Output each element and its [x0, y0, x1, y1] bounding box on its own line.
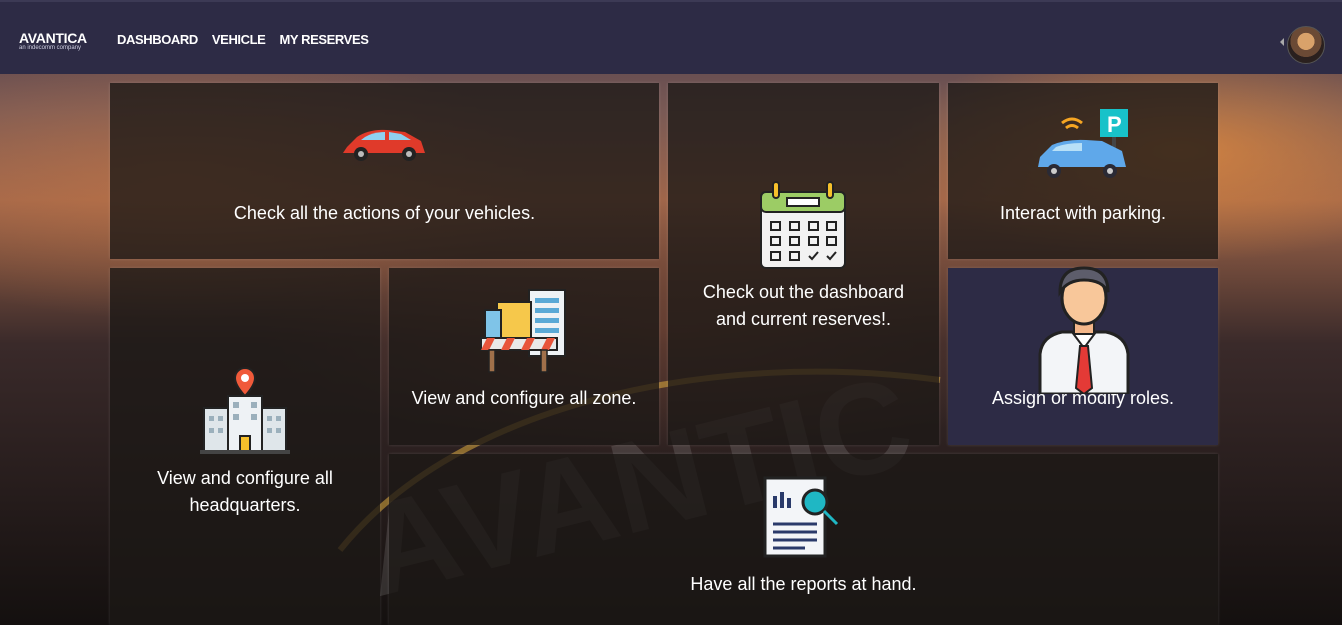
brand-tagline: an indecomm company [19, 45, 82, 51]
nav-dashboard[interactable]: DASHBOARD [117, 32, 198, 47]
top-navbar: AVANTICA an indecomm company DASHBOARD V… [0, 0, 1342, 74]
menu-caret-icon[interactable] [1280, 38, 1284, 46]
calendar-icon [760, 181, 846, 269]
card-headquarters-label: View and configure all headquarters. [157, 468, 333, 515]
nav-my-reserves[interactable]: MY RESERVES [279, 32, 368, 47]
brand-name: AVANTICA [19, 30, 87, 46]
card-parking[interactable]: P Interact with parking. [948, 83, 1218, 259]
card-reports-label: Have all the reports at hand. [690, 574, 917, 594]
svg-text:P: P [1107, 112, 1122, 137]
card-vehicles-label: Check all the actions of your vehicles. [233, 203, 536, 223]
brand-logo[interactable]: AVANTICA an indecomm company [19, 30, 87, 51]
car-icon [343, 129, 425, 161]
zone-barrier-icon [480, 289, 566, 373]
parking-icon: P [1038, 109, 1128, 178]
card-zone[interactable]: View and configure all zone. [389, 268, 659, 445]
main-nav: DASHBOARD VEHICLE MY RESERVES [117, 32, 369, 47]
card-parking-label: Interact with parking. [999, 203, 1167, 223]
card-headquarters[interactable]: View and configure all headquarters. [110, 268, 380, 625]
card-dashboard[interactable]: Check out the dashboard and current rese… [668, 83, 939, 445]
report-search-icon [763, 476, 839, 558]
building-pin-icon [200, 366, 290, 454]
card-roles[interactable]: Assign or modify roles. [948, 266, 1218, 445]
user-avatar[interactable] [1287, 26, 1325, 64]
card-zone-label: View and configure all zone. [411, 388, 637, 408]
card-reports[interactable]: Have all the reports at hand. [389, 454, 1218, 625]
card-vehicles[interactable]: Check all the actions of your vehicles. [110, 83, 659, 259]
businessman-icon [1038, 266, 1130, 394]
card-dashboard-label: Check out the dashboard and current rese… [702, 282, 905, 329]
nav-vehicle[interactable]: VEHICLE [212, 32, 266, 47]
